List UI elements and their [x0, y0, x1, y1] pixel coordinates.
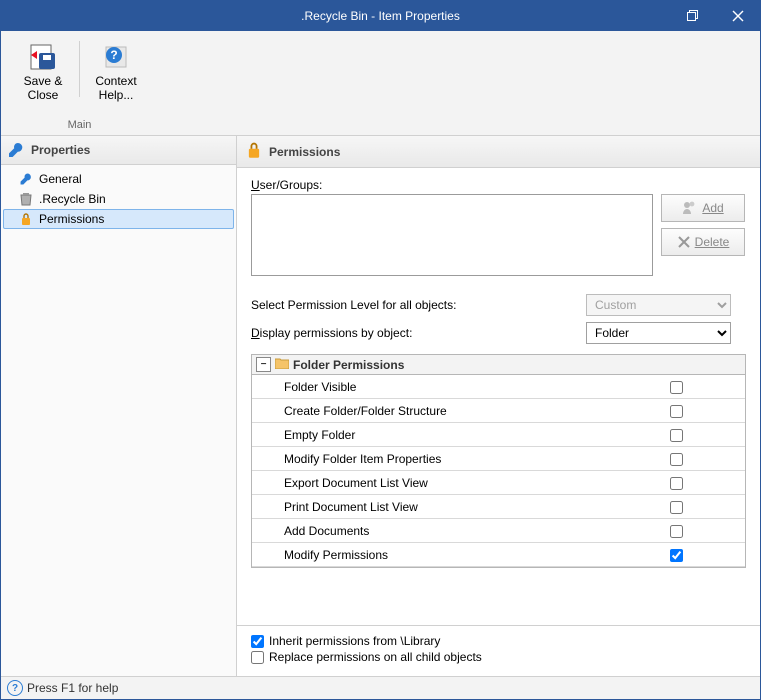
collapse-group-button[interactable]: −	[256, 357, 271, 372]
nav-item-label: Permissions	[39, 212, 104, 226]
help-icon: ?	[100, 41, 132, 73]
main-header: Permissions	[237, 136, 760, 168]
wrench-icon	[18, 171, 34, 187]
delete-icon	[677, 235, 691, 249]
save-and-close-label: Save & Close	[13, 75, 73, 103]
trash-icon	[18, 191, 34, 207]
permission-checkbox[interactable]	[670, 501, 683, 514]
status-text: Press F1 for help	[27, 681, 118, 695]
permissions-group-header: − Folder Permissions	[252, 355, 745, 375]
permission-row: Modify Folder Item Properties	[252, 447, 745, 471]
inherit-options: Inherit permissions from \Library Replac…	[237, 626, 760, 676]
wrench-icon	[7, 141, 25, 159]
permission-name: Modify Permissions	[252, 543, 607, 567]
permission-checkbox[interactable]	[670, 429, 683, 442]
select-permission-level-label: Select Permission Level for all objects:	[251, 298, 456, 312]
window-title: .Recycle Bin - Item Properties	[301, 9, 460, 23]
folder-icon	[275, 357, 289, 372]
permission-row: Folder Visible	[252, 375, 745, 399]
permission-checkbox[interactable]	[670, 477, 683, 490]
permission-name: Empty Folder	[252, 423, 607, 447]
ribbon: Save & Close ? Context Help... Main	[1, 31, 760, 136]
permission-row: Empty Folder	[252, 423, 745, 447]
ribbon-separator	[79, 41, 80, 97]
display-permissions-by-label: Display permissions by object:	[251, 326, 412, 340]
permission-checkbox[interactable]	[670, 525, 683, 538]
status-bar: ? Press F1 for help	[1, 676, 760, 699]
context-help-label: Context Help...	[86, 75, 146, 103]
nav-header-label: Properties	[31, 143, 90, 157]
permissions-group-label: Folder Permissions	[293, 358, 404, 372]
permission-row: Modify Permissions	[252, 543, 745, 567]
permissions-grid: − Folder Permissions Folder VisibleCreat…	[251, 354, 746, 568]
user-groups-listbox[interactable]	[251, 194, 653, 276]
close-window-button[interactable]	[715, 1, 760, 31]
svg-text:?: ?	[110, 48, 117, 62]
permission-name: Modify Folder Item Properties	[252, 447, 607, 471]
permission-name: Print Document List View	[252, 495, 607, 519]
nav-item-label: .Recycle Bin	[39, 192, 106, 206]
nav-item-label: General	[39, 172, 82, 186]
add-user-icon	[682, 200, 698, 216]
inherit-permissions-checkbox[interactable]: Inherit permissions from \Library	[251, 634, 746, 648]
permission-checkbox[interactable]	[670, 381, 683, 394]
delete-button-label: Delete	[695, 235, 730, 249]
nav-list: General .Recycle Bin Permissions	[1, 165, 236, 233]
close-icon	[732, 10, 744, 22]
save-and-close-button[interactable]: Save & Close	[11, 37, 75, 117]
user-groups-label: User/Groups:	[251, 178, 322, 192]
add-button[interactable]: Add	[661, 194, 745, 222]
nav-header: Properties	[1, 136, 236, 165]
nav-panel: Properties General .Recycle Bin Permissi…	[1, 136, 237, 676]
lock-icon	[245, 141, 263, 162]
restore-window-button[interactable]	[670, 1, 715, 31]
help-icon: ?	[7, 680, 23, 696]
permission-name: Create Folder/Folder Structure	[252, 399, 607, 423]
nav-item-recycle-bin[interactable]: .Recycle Bin	[3, 189, 234, 209]
permission-name: Add Documents	[252, 519, 607, 543]
permission-name: Export Document List View	[252, 471, 607, 495]
permission-level-select[interactable]: Custom	[586, 294, 731, 316]
main-panel: Permissions User/Groups: Add Delete	[237, 136, 760, 676]
permission-checkbox[interactable]	[670, 549, 683, 562]
permission-row: Add Documents	[252, 519, 745, 543]
inherit-permissions-label: Inherit permissions from \Library	[269, 634, 440, 648]
replace-permissions-label: Replace permissions on all child objects	[269, 650, 482, 664]
ribbon-group-main: Save & Close ? Context Help... Main	[7, 37, 152, 135]
permission-row: Print Document List View	[252, 495, 745, 519]
permission-row: Export Document List View	[252, 471, 745, 495]
replace-permissions-checkbox[interactable]: Replace permissions on all child objects	[251, 650, 746, 664]
restore-icon	[687, 10, 699, 22]
permission-row: Create Folder/Folder Structure	[252, 399, 745, 423]
permission-checkbox[interactable]	[670, 405, 683, 418]
delete-button[interactable]: Delete	[661, 228, 745, 256]
title-bar: .Recycle Bin - Item Properties	[1, 1, 760, 31]
context-help-button[interactable]: ? Context Help...	[84, 37, 148, 117]
lock-icon	[18, 211, 34, 227]
nav-item-general[interactable]: General	[3, 169, 234, 189]
permission-checkbox[interactable]	[670, 453, 683, 466]
main-header-label: Permissions	[269, 145, 340, 159]
add-button-label: Add	[702, 201, 723, 215]
ribbon-group-label: Main	[68, 117, 92, 135]
permission-name: Folder Visible	[252, 375, 607, 399]
display-by-select[interactable]: Folder	[586, 322, 731, 344]
nav-item-permissions[interactable]: Permissions	[3, 209, 234, 229]
save-close-icon	[27, 41, 59, 73]
